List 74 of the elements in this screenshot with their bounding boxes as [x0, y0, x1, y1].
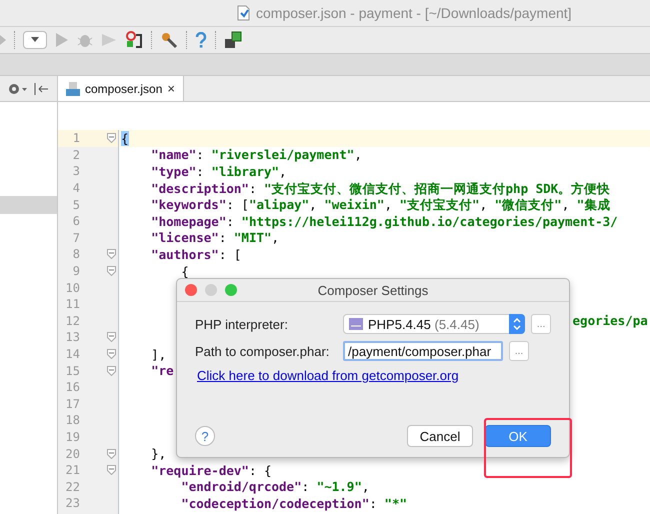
line-number: 18 — [64, 413, 80, 428]
code-line: "require-dev": { — [151, 462, 272, 478]
fold-icon[interactable] — [106, 349, 116, 360]
settings-icon[interactable] — [8, 82, 28, 94]
code-line: }, — [151, 446, 166, 462]
fold-icon[interactable] — [106, 465, 116, 476]
code-line: "type": "library", — [151, 164, 287, 179]
zoom-window-button[interactable] — [225, 284, 237, 296]
dialog-title: Composer Settings — [318, 282, 428, 298]
interpreter-select[interactable]: PHP5.4.45 (5.4.45) — [343, 314, 526, 334]
line-number: 7 — [72, 230, 80, 245]
line-number: 15 — [64, 364, 80, 378]
fold-icon[interactable] — [106, 249, 116, 260]
stop-debug-icon[interactable] — [125, 31, 143, 49]
line-number: 3 — [72, 164, 80, 178]
tab-label: composer.json — [85, 82, 162, 96]
code-line: { — [181, 264, 189, 279]
line-number: 9 — [72, 264, 80, 278]
field-label: PHP interpreter: — [195, 316, 289, 332]
stepper-icon[interactable] — [509, 314, 526, 334]
window-title: composer.json - payment - [~/Downloads/payment] — [256, 5, 572, 21]
code-line: "description": "支付宝支付、微信支付、招商一网通支付php SDK。方便快 — [151, 180, 610, 196]
json-file-icon — [66, 82, 80, 96]
line-number: 12 — [64, 314, 80, 328]
close-window-button[interactable] — [185, 284, 197, 296]
fold-icon[interactable] — [106, 332, 116, 342]
line-number: 2 — [72, 148, 80, 162]
line-number: 22 — [64, 480, 80, 494]
code-line: egories/pa — [572, 313, 648, 328]
code-line: "codeception/codeception": "*" — [181, 496, 407, 511]
line-number: 17 — [64, 396, 80, 411]
fold-icon[interactable] — [106, 448, 116, 459]
file-icon — [237, 5, 250, 21]
line-number: 4 — [72, 181, 80, 196]
line-number: 19 — [64, 430, 80, 444]
line-number: 1 — [72, 131, 80, 146]
fold-icon[interactable] — [106, 266, 116, 276]
line-number: 20 — [64, 446, 80, 461]
browse-button[interactable]: ... — [531, 314, 551, 334]
line-number: 11 — [64, 297, 80, 312]
code-line: "name": "riverslei/payment", — [151, 147, 362, 162]
line-number: 10 — [64, 280, 80, 295]
help-button[interactable]: ? — [195, 426, 215, 446]
help-icon[interactable] — [195, 32, 207, 48]
close-icon[interactable]: × — [167, 81, 175, 96]
code-line: "authors": [ — [151, 246, 242, 262]
line-number: 16 — [64, 380, 80, 394]
sdk-icon[interactable] — [224, 31, 242, 49]
code-line: ], — [151, 346, 166, 362]
code-line: "homepage": "https://helei112g.github.io/categories/payment-3/ — [151, 214, 618, 229]
code-line: "endroid/qrcode": "~1.9", — [181, 479, 370, 494]
code-line: "keywords": ["alipay", "weixin", "支付宝支付", "微信支付", "集成 — [151, 197, 610, 212]
editor-tab[interactable]: composer.json × — [58, 76, 184, 101]
line-number: 14 — [64, 347, 80, 362]
line-number: 13 — [64, 330, 80, 344]
fold-icon[interactable] — [106, 133, 116, 144]
cancel-button[interactable]: Cancel — [407, 425, 473, 447]
caret-icon — [30, 37, 40, 43]
line-number: 21 — [64, 463, 80, 478]
line-number: 23 — [64, 496, 80, 510]
fold-icon[interactable] — [106, 366, 116, 376]
dropdown-button[interactable] — [23, 31, 47, 49]
code-line: "license": "MIT", — [151, 230, 280, 246]
path-input[interactable]: /payment/composer.phar — [343, 341, 503, 361]
wrench-icon[interactable] — [160, 31, 178, 49]
line-number: 6 — [72, 214, 80, 228]
line-number: 5 — [72, 198, 80, 212]
browse-button[interactable]: ... — [509, 341, 529, 361]
code-line: "re — [151, 363, 174, 378]
download-link[interactable]: Click here to download from getcomposer.org — [197, 368, 459, 383]
php-icon — [349, 318, 363, 330]
collapse-icon[interactable] — [34, 82, 48, 94]
field-label: Path to composer.phar: — [195, 344, 330, 358]
line-number: 8 — [72, 247, 80, 262]
